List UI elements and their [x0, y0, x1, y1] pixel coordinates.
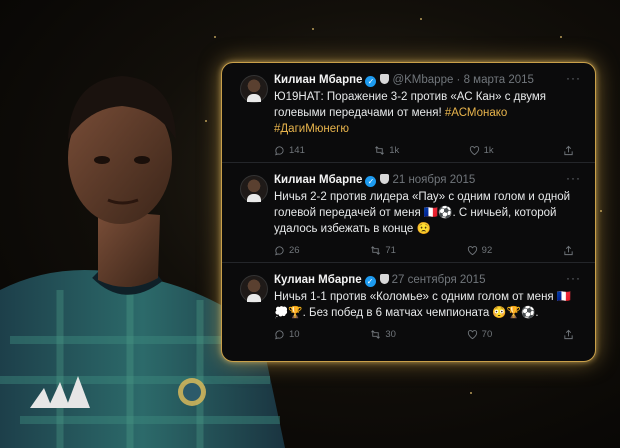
- retweet-button[interactable]: 1k: [374, 145, 399, 156]
- like-button[interactable]: 70: [467, 329, 493, 340]
- tweet-text: Ю19НАТ: Поражение 3-2 против «АС Кан» с …: [274, 89, 581, 137]
- sparkle: [312, 28, 314, 30]
- tweet-header: Килиан Мбарпе ✓ 21 ноября 2015: [274, 173, 581, 188]
- reply-icon: [275, 330, 284, 340]
- like-count: 70: [481, 329, 493, 340]
- share-icon: [564, 145, 573, 156]
- sparkle: [214, 36, 216, 38]
- tweet-actions: 10 30 70: [274, 329, 574, 340]
- club-crest-icon: [380, 174, 390, 184]
- retweet-count: 30: [385, 329, 396, 340]
- tweet-date[interactable]: 8 марта 2015: [464, 74, 534, 86]
- verified-icon: ✓: [365, 176, 377, 187]
- reply-button[interactable]: 26: [274, 245, 300, 256]
- like-icon: [469, 146, 479, 156]
- retweet-button[interactable]: 71: [370, 245, 396, 256]
- share-button[interactable]: [563, 145, 574, 156]
- tweets-panel: ··· Килиан Мбарпе ✓ @KMbappe · 8 марта 201…: [221, 62, 596, 362]
- more-icon[interactable]: ···: [566, 271, 581, 285]
- tweet-text: Ничья 2-2 против лидера «Пау» с одним го…: [274, 191, 571, 235]
- club-crest-icon: [379, 274, 389, 284]
- like-count: 1k: [483, 145, 494, 156]
- tweet[interactable]: ··· Килиан Мбарпе ✓ @KMbappe · 8 марта 201…: [222, 63, 595, 163]
- retweet-button[interactable]: 30: [370, 329, 396, 340]
- verified-icon: ✓: [364, 276, 376, 287]
- share-icon: [564, 245, 573, 256]
- author-name[interactable]: Килиан Мбарпе: [274, 74, 362, 86]
- author-name[interactable]: Килиан Мбарпе: [274, 174, 362, 186]
- like-count: 92: [481, 245, 493, 256]
- share-icon: [564, 329, 573, 340]
- sparkle: [600, 210, 602, 212]
- tweet-date[interactable]: 27 сентября 2015: [392, 274, 486, 286]
- tweet[interactable]: ··· Килиан Мбарпе ✓ 21 ноября 2015 Ничья 2…: [222, 163, 595, 263]
- author-name[interactable]: Кулиан Мбарпе: [274, 274, 362, 286]
- tweet[interactable]: ··· Кулиан Мбарпе ✓ 27 сентября 2015 Ничья…: [222, 263, 595, 340]
- author-handle[interactable]: @KMbappe: [392, 74, 453, 86]
- sparkle: [420, 18, 422, 20]
- sparkle: [560, 36, 562, 38]
- avatar[interactable]: [240, 75, 268, 103]
- tweet-text: Ничья 1-1 против «Коломье» с одним голом…: [274, 291, 572, 319]
- hashtag-link[interactable]: #АСМонако: [445, 107, 507, 119]
- reply-count: 141: [289, 145, 305, 156]
- reply-icon: [275, 246, 284, 256]
- avatar[interactable]: [240, 275, 268, 303]
- retweet-icon: [371, 246, 381, 255]
- more-icon[interactable]: ···: [566, 71, 581, 85]
- retweet-icon: [375, 146, 385, 155]
- avatar[interactable]: [240, 175, 268, 203]
- retweet-count: 71: [385, 245, 396, 256]
- like-icon: [467, 330, 477, 340]
- reply-icon: [275, 146, 284, 156]
- tweet-actions: 26 71 92: [274, 245, 574, 256]
- retweet-icon: [371, 330, 381, 339]
- reply-count: 10: [289, 329, 300, 340]
- like-icon: [467, 246, 477, 256]
- reply-count: 26: [289, 245, 300, 256]
- more-icon[interactable]: ···: [566, 171, 581, 185]
- share-button[interactable]: [563, 329, 574, 340]
- retweet-count: 1k: [389, 145, 400, 156]
- club-crest-icon: [380, 74, 390, 84]
- tweet-header: Килиан Мбарпе ✓ @KMbappe · 8 марта 2015: [274, 74, 534, 87]
- tweet-header: Кулиан Мбарпе ✓ 27 сентября 2015: [274, 273, 581, 288]
- reply-button[interactable]: 141: [274, 145, 305, 156]
- share-button[interactable]: [563, 245, 574, 256]
- verified-icon: ✓: [365, 76, 377, 87]
- tweet-date[interactable]: 21 ноября 2015: [392, 174, 475, 186]
- sparkle: [470, 392, 472, 394]
- like-button[interactable]: 1k: [469, 145, 494, 156]
- hashtag-link[interactable]: #ДагиМюнегю: [274, 123, 349, 135]
- like-button[interactable]: 92: [467, 245, 493, 256]
- reply-button[interactable]: 10: [274, 329, 300, 340]
- tweet-actions: 141 1k 1k: [274, 145, 574, 156]
